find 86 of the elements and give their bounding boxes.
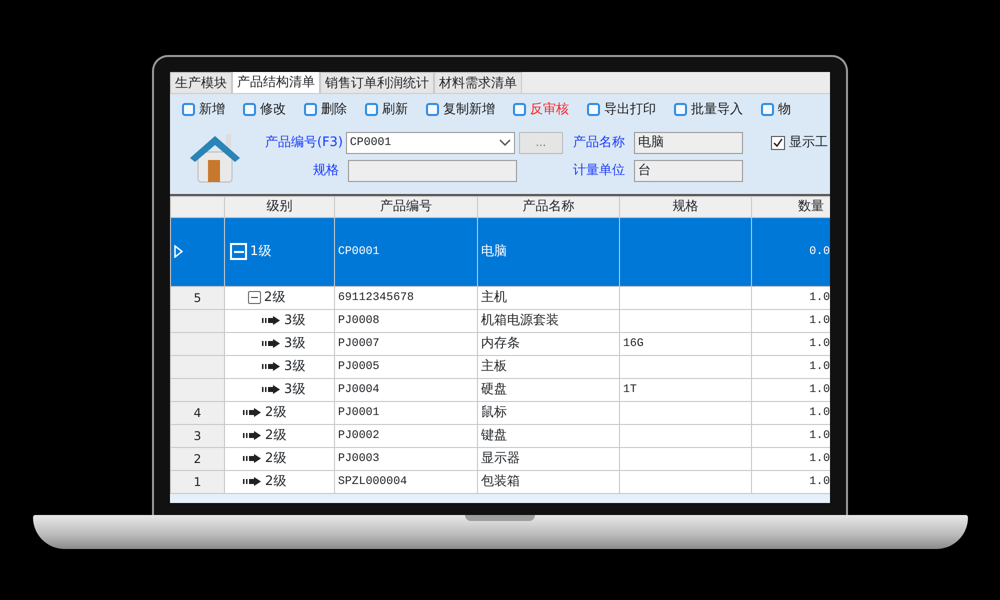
arrow-icon [243,431,262,440]
checkbox[interactable] [770,136,785,150]
table-cell: PJ0001 [334,401,478,424]
field-label: 产品名称 [572,134,625,152]
field-label: 规格 [313,162,339,180]
tree-level-label: 2级 [265,472,286,491]
table-cell: 69112345678 [334,286,478,309]
tree-level-label: 2级 [265,404,286,422]
table-cell: 0.0 [752,217,830,286]
table-cell: 主机 [478,286,620,309]
row-header: 3 [170,424,224,447]
table-cell: PJ0008 [334,309,478,332]
arrow-icon [262,385,281,394]
tab[interactable]: 销售订单利润统计 [320,72,434,93]
button-icon [182,103,195,116]
table-cell: 16G [620,332,752,355]
row-header: 5 [170,286,224,309]
tree-level-label: 3级 [284,312,306,330]
tab[interactable]: 材料需求清单 [434,72,522,93]
tree-level-label: 2级 [264,288,286,307]
field-label: 计量单位 [572,162,625,180]
tree-level-label: 1级 [250,242,272,261]
tree-level-label: 3级 [284,358,306,376]
row-header: 4 [170,401,224,424]
toolbar-button[interactable]: 修改 [243,100,286,120]
tree-level-label: 2级 [265,450,286,468]
table-cell: SPZL000004 [334,470,478,493]
row-header: 2 [170,447,224,470]
table-cell: 1T [620,378,752,401]
button-icon [674,103,687,116]
table-cell: 内存条 [478,332,620,355]
column-header: 级别 [224,196,334,217]
product-code-combo[interactable]: CP0001 [346,132,515,154]
table-cell: 显示器 [478,447,620,470]
table-cell: 机箱电源套装 [478,309,620,332]
table-cell: PJ0002 [334,424,478,447]
button-icon [243,103,256,116]
spec-field[interactable] [348,160,517,182]
table-cell: 键盘 [478,424,620,447]
arrow-icon [243,477,262,486]
column-header: 产品名称 [478,196,620,217]
button-icon [304,103,317,116]
toolbar-button[interactable]: 新增 [182,100,225,120]
table-cell: PJ0005 [334,355,478,378]
toolbar-button[interactable]: 导出打印 [587,100,656,120]
row-header: 1 [170,470,224,493]
table-cell: CP0001 [334,217,478,286]
tree-level-label: 3级 [284,380,306,399]
arrow-icon [262,339,281,348]
table-cell: 鼠标 [478,401,620,424]
table-cell: 电脑 [478,217,620,286]
tab[interactable]: 生产模块 [170,72,232,93]
button-icon [365,103,378,116]
arrow-icon [243,408,262,417]
toolbar-button[interactable]: 物 [761,100,791,120]
product-name-field[interactable]: 电脑 [634,132,743,154]
tree-level-label: 3级 [284,334,306,353]
arrow-icon [262,362,281,371]
tree-level-label: 2级 [265,426,286,445]
button-icon [587,103,600,116]
table-cell: 主板 [478,355,620,378]
table-cell: PJ0004 [334,378,478,401]
column-header: 数量 [752,196,830,217]
table-cell: PJ0003 [334,447,478,470]
column-header: 产品编号 [334,196,478,217]
home-icon [188,132,242,184]
tab[interactable]: 产品结构清单 [232,72,320,93]
field-label: 产品编号(F3) [265,134,343,152]
button-icon [426,103,439,116]
toolbar-button[interactable]: 批量导入 [674,100,743,120]
toolbar-button[interactable]: 删除 [304,100,347,120]
table-cell: 硬盘 [478,378,620,401]
collapse-icon[interactable] [248,291,261,304]
button-icon [761,103,774,116]
unit-field[interactable]: 台 [634,160,743,182]
checkbox-label: 显示工 [788,134,828,152]
caret-icon[interactable] [498,139,511,147]
table-cell: PJ0007 [334,332,478,355]
button-icon [513,103,526,116]
browse-button[interactable]: ... [518,132,563,154]
arrow-icon [262,316,281,325]
toolbar-button[interactable]: 复制新增 [426,100,495,120]
table-cell: 包装箱 [478,470,620,493]
column-header: 规格 [620,196,752,217]
toolbar-button[interactable]: 刷新 [365,100,408,120]
arrow-icon [243,454,262,463]
